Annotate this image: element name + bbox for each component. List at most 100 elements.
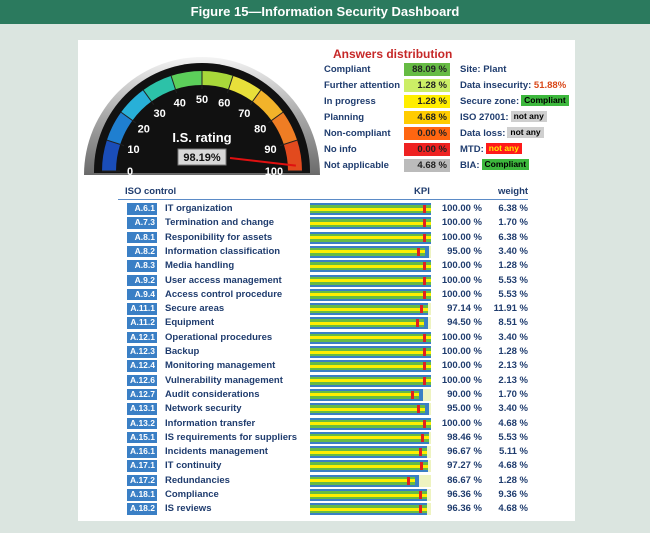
answer-row: Compliant 88.09 %	[324, 63, 454, 77]
kpi-value: 96.36 %	[447, 503, 482, 515]
answer-row: Not applicable 4.68 %	[324, 159, 454, 173]
kpi-bar	[310, 303, 431, 316]
kpi-value: 100.00 %	[441, 203, 482, 214]
weight-value: 1.28 %	[498, 346, 528, 357]
control-code: A.12.3	[127, 346, 157, 358]
control-name: Secure areas	[165, 303, 225, 315]
weight-value: 11.91 %	[493, 303, 528, 315]
control-name: Access control procedure	[165, 288, 283, 300]
kpi-bar	[310, 446, 431, 459]
table-row: A.9.4 Access control procedure 100.00 % 5.5…	[118, 288, 528, 302]
weight-value: 5.53 %	[498, 431, 528, 443]
control-name: Information classification	[165, 245, 281, 257]
kpi-value: 97.27 %	[447, 460, 482, 472]
control-name: Audit considerations	[165, 388, 260, 400]
control-name: Responibility for assets	[165, 231, 273, 243]
control-name: Monitoring management	[165, 360, 276, 372]
kpi-bar	[310, 203, 431, 215]
gauge-tick-label: 90	[264, 144, 276, 156]
gauge-tick-label: 20	[138, 124, 150, 136]
kpi-bar	[310, 431, 431, 444]
kpi-bar	[310, 260, 431, 273]
control-code: A.18.2	[127, 503, 157, 515]
data-insecurity-label: Data insecurity:	[460, 80, 532, 91]
answer-row: In progress 1.28 %	[324, 95, 454, 109]
weight-value: 3.40 %	[498, 331, 528, 343]
gauge-tick-label: 100	[265, 166, 283, 177]
answer-percent: 0.00 %	[404, 143, 450, 156]
kpi-value: 100.00 %	[441, 260, 482, 272]
kpi-bar	[310, 474, 431, 487]
kpi-bar	[310, 388, 431, 401]
gauge-tick-label: 50	[196, 94, 208, 106]
answer-label: In progress	[324, 96, 376, 107]
kpi-value: 100.00 %	[441, 231, 482, 243]
table-row: A.15.1 IS requirements for suppliers 98.46…	[118, 431, 528, 445]
secure-zone-label: Secure zone:	[460, 96, 520, 107]
kpi-bar	[310, 217, 431, 230]
answer-row: No info 0.00 %	[324, 143, 454, 157]
kpi-bar	[310, 489, 431, 501]
kpi-bar	[310, 317, 431, 330]
answer-row: Planning 4.68 %	[324, 111, 454, 125]
table-row: A.11.2 Equipment 94.50 % 8.51 %	[118, 316, 528, 330]
kpi-bar	[310, 360, 431, 373]
control-name: User access management	[165, 274, 282, 286]
table-row: A.7.3 Termination and change 100.00 % 1.70 …	[118, 216, 528, 230]
table-row: A.12.6 Vulnerability management 100.00 % 2.…	[118, 374, 528, 388]
kpi-bar	[310, 331, 431, 344]
weight-value: 5.11 %	[498, 446, 528, 458]
weight-value: 6.38 %	[498, 231, 528, 243]
control-code: A.11.2	[127, 317, 157, 329]
control-name: IT continuity	[165, 460, 222, 472]
gauge-tick-label: 30	[154, 108, 166, 120]
control-name: Equipment	[165, 317, 215, 329]
kpi-bar	[310, 274, 431, 287]
gauge-value-text: 98.19%	[183, 152, 221, 164]
control-name: Network security	[165, 403, 242, 415]
control-name: IT organization	[165, 203, 233, 214]
kpi-bar	[310, 417, 431, 430]
bia-label: BIA:	[460, 160, 480, 171]
answer-percent: 4.68 %	[404, 111, 450, 124]
weight-value: 5.53 %	[498, 274, 528, 286]
kpi-bar	[310, 460, 431, 473]
gauge-tick-label: 0	[127, 166, 133, 177]
kpi-value: 86.67 %	[447, 474, 482, 486]
gauge-tick-label: 40	[174, 98, 186, 110]
site-info: Site: Plant	[460, 63, 506, 77]
control-name: Backup	[165, 346, 200, 357]
kpi-value: 100.00 %	[441, 374, 482, 386]
control-name: Termination and change	[165, 217, 275, 229]
table-row: A.16.1 Incidents management 96.67 % 5.11 %	[118, 445, 528, 459]
answer-row: Further attention 1.28 %	[324, 79, 454, 93]
control-name: Vulnerability management	[165, 374, 283, 386]
weight-value: 6.38 %	[498, 203, 528, 214]
table-row: A.12.3 Backup 100.00 % 1.28 %	[118, 345, 528, 359]
weight-value: 2.13 %	[498, 374, 528, 386]
table-row: A.18.2 IS reviews 96.36 % 4.68 %	[118, 502, 528, 516]
control-code: A.13.1	[127, 403, 157, 415]
control-code: A.8.2	[127, 245, 157, 258]
control-code: A.17.2	[127, 474, 157, 487]
control-name: IS reviews	[165, 503, 212, 515]
control-name: Incidents management	[165, 446, 268, 458]
table-row: A.12.7 Audit considerations 90.00 % 1.70 %	[118, 388, 528, 402]
answer-label: Not applicable	[324, 160, 389, 171]
kpi-bar	[310, 403, 431, 416]
iso-27001-badge: not any	[510, 111, 547, 122]
kpi-value: 90.00 %	[447, 388, 482, 400]
control-code: A.9.2	[127, 274, 157, 286]
header-kpi: KPI	[414, 186, 430, 197]
answer-percent: 88.09 %	[404, 63, 450, 76]
table-row: A.12.1 Operational procedures 100.00 % 3.40…	[118, 331, 528, 345]
answer-row: Non-compliant 0.00 %	[324, 127, 454, 141]
figure-title: Figure 15—Information Security Dashboard	[0, 0, 650, 24]
weight-value: 3.40 %	[498, 245, 528, 257]
kpi-bar	[310, 245, 431, 258]
control-code: A.7.3	[127, 217, 157, 229]
kpi-value: 97.14 %	[447, 303, 482, 315]
kpi-bar	[310, 503, 431, 516]
mtd-badge: not any	[485, 143, 522, 154]
control-code: A.15.1	[127, 431, 157, 444]
